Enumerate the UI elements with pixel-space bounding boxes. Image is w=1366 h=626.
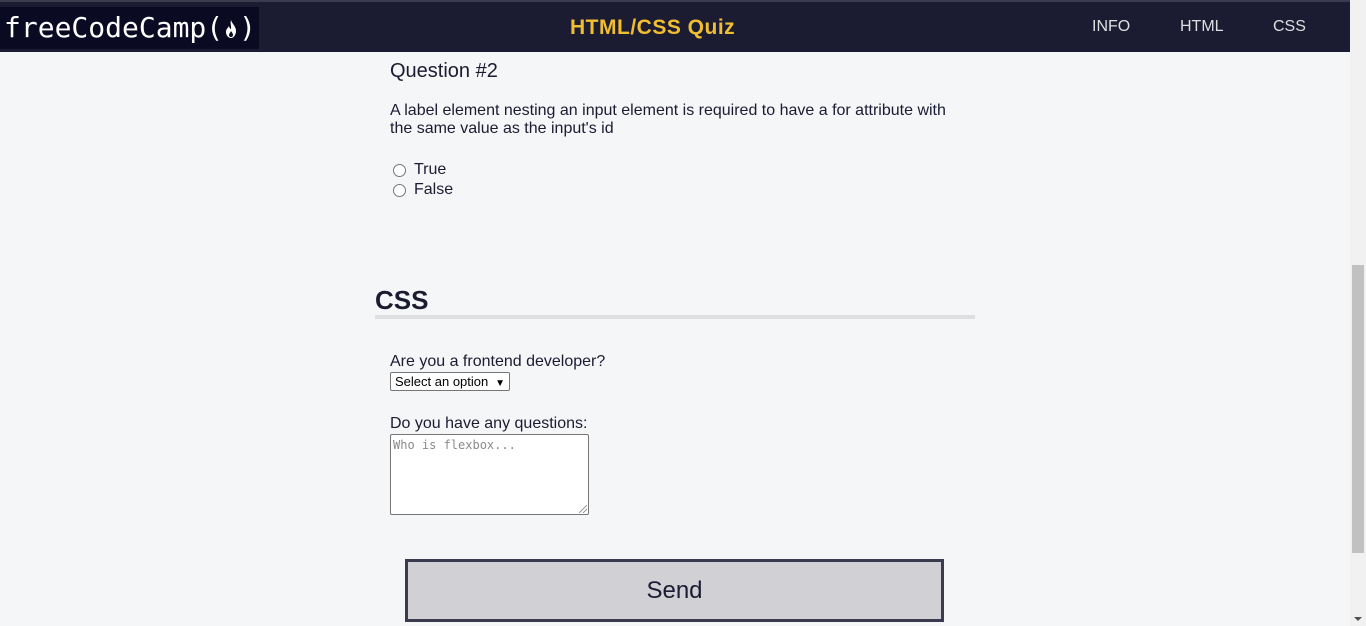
logo-text: freeCodeCamp( bbox=[4, 11, 224, 44]
select-label: Are you a frontend developer? bbox=[390, 353, 606, 370]
resize-handle-icon[interactable] bbox=[579, 505, 587, 513]
css-section-heading: CSS bbox=[375, 285, 429, 315]
scroll-down-arrow-icon[interactable] bbox=[1354, 617, 1362, 621]
nav-link-css[interactable]: CSS bbox=[1273, 18, 1306, 36]
textarea-placeholder: Who is flexbox... bbox=[393, 438, 516, 452]
questions-textarea[interactable]: Who is flexbox... bbox=[390, 434, 589, 515]
question-text: A label element nesting an input element… bbox=[390, 102, 946, 137]
flame-icon bbox=[226, 20, 237, 38]
nav-link-html[interactable]: HTML bbox=[1180, 18, 1224, 36]
chevron-down-icon: ▼ bbox=[495, 378, 505, 389]
top-navbar: freeCodeCamp() HTML/CSS Quiz INFO HTML C… bbox=[0, 0, 1350, 52]
radio-option-false[interactable]: False bbox=[393, 181, 453, 199]
freecodecamp-logo[interactable]: freeCodeCamp() bbox=[0, 7, 259, 49]
textarea-label: Do you have any questions: bbox=[390, 415, 588, 432]
radio-button-true[interactable] bbox=[393, 163, 406, 177]
radio-label-true[interactable]: True bbox=[414, 161, 446, 179]
question-title: Question #2 bbox=[390, 60, 498, 82]
send-button[interactable]: Send bbox=[405, 559, 944, 622]
scrollbar-thumb[interactable] bbox=[1352, 265, 1364, 553]
select-value: Select an option bbox=[395, 374, 489, 389]
frontend-developer-select[interactable]: Select an option ▼ bbox=[390, 372, 510, 391]
page-title: HTML/CSS Quiz bbox=[570, 16, 736, 39]
radio-option-true[interactable]: True bbox=[393, 161, 446, 179]
nav-link-info[interactable]: INFO bbox=[1092, 18, 1130, 36]
section-divider bbox=[375, 315, 975, 319]
logo-text-close: ) bbox=[239, 11, 257, 44]
vertical-scrollbar[interactable] bbox=[1350, 0, 1366, 626]
radio-button-false[interactable] bbox=[393, 183, 406, 197]
radio-label-false[interactable]: False bbox=[414, 181, 453, 199]
